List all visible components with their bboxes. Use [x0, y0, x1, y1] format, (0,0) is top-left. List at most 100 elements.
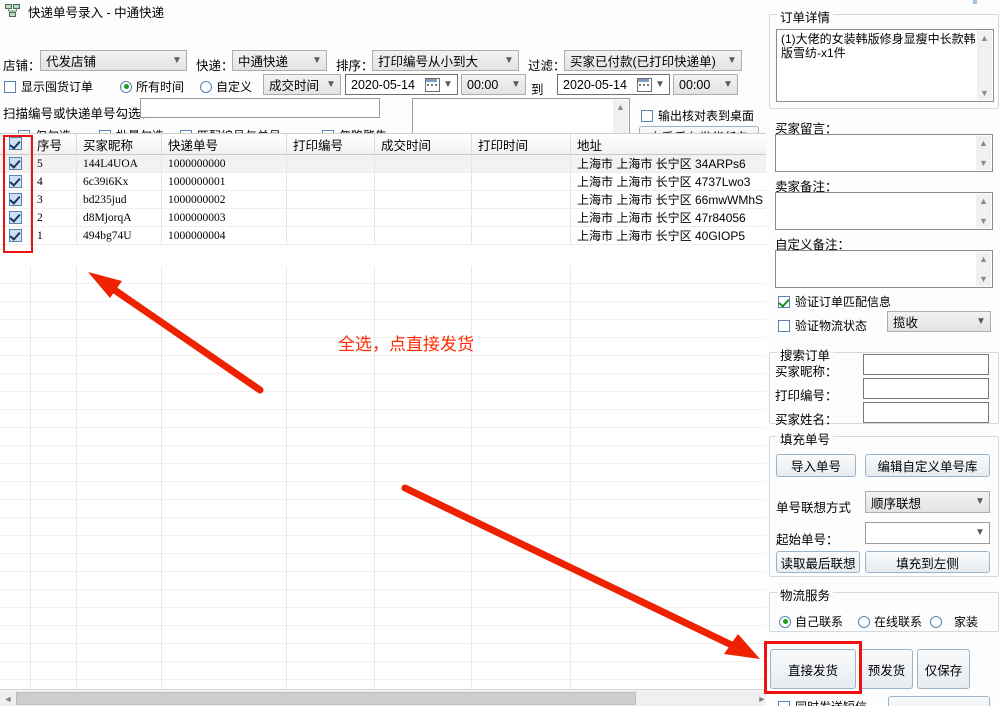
- export-desktop-checkbox[interactable]: 输出核对表到桌面: [641, 107, 754, 124]
- chevron-down-icon[interactable]: ▼: [653, 80, 667, 90]
- date-from-picker[interactable]: 2020-05-14 ▼: [345, 74, 458, 95]
- filter-select[interactable]: 买家已付款(已打印快递单) ▼: [564, 50, 742, 71]
- scrollbar-thumb[interactable]: [16, 692, 636, 705]
- home-install-radio[interactable]: 家装: [930, 613, 978, 630]
- shop-select[interactable]: 代发店铺 ▼: [40, 50, 187, 71]
- assoc-mode-select[interactable]: 顺序联想 ▼: [865, 491, 990, 513]
- buyer-message-memo[interactable]: ▲ ▼: [775, 134, 993, 172]
- select-all-checkbox[interactable]: [0, 133, 31, 154]
- table-row[interactable]: 4 6c39i6Kx 1000000001 上海市 上海市 长宁区 4737Lw…: [0, 173, 770, 191]
- custom-note-memo[interactable]: ▲ ▼: [775, 250, 993, 288]
- pre-send-button[interactable]: 预发货: [860, 649, 913, 689]
- table-row[interactable]: [0, 428, 770, 446]
- verify-logistics-checkbox[interactable]: 验证物流状态: [778, 317, 867, 334]
- verify-order-match-checkbox[interactable]: 验证订单匹配信息: [778, 293, 891, 310]
- start-no-select[interactable]: ▼: [865, 522, 990, 544]
- chevron-up-icon[interactable]: ▲: [979, 194, 988, 208]
- online-contact-radio[interactable]: 在线联系: [858, 613, 922, 630]
- table-horizontal-scrollbar[interactable]: ◄ ►: [0, 689, 770, 706]
- table-row[interactable]: [0, 626, 770, 644]
- chevron-up-icon[interactable]: ▲: [979, 252, 988, 266]
- scrollbar-vertical[interactable]: ▲ ▼: [976, 194, 991, 228]
- table-row[interactable]: 3 bd235jud 1000000002 上海市 上海市 长宁区 66mwWM…: [0, 191, 770, 209]
- custom-time-radio[interactable]: 自定义: [200, 78, 252, 95]
- table-row[interactable]: [0, 644, 770, 662]
- chevron-up-icon[interactable]: ▲: [979, 136, 988, 150]
- express-select[interactable]: 中通快递 ▼: [232, 50, 327, 71]
- scrollbar-vertical[interactable]: ▲ ▼: [976, 136, 991, 170]
- calendar-icon[interactable]: [425, 78, 440, 92]
- fill-to-left-button[interactable]: 填充到左侧: [865, 551, 990, 573]
- table-row[interactable]: [0, 500, 770, 518]
- time-field-select[interactable]: 成交时间 ▼: [263, 74, 341, 95]
- chevron-down-icon[interactable]: ▼: [979, 272, 988, 286]
- import-tracking-button[interactable]: 导入单号: [776, 454, 856, 477]
- self-contact-radio[interactable]: 自己联系: [779, 613, 843, 630]
- table-row[interactable]: [0, 554, 770, 572]
- table-header-tracking[interactable]: 快递单号: [162, 134, 287, 155]
- all-time-radio[interactable]: 所有时间: [120, 78, 184, 95]
- table-header-deal-time[interactable]: 成交时间: [375, 134, 472, 155]
- table-row[interactable]: [0, 266, 770, 284]
- table-row[interactable]: [0, 482, 770, 500]
- table-row[interactable]: [0, 590, 770, 608]
- time-to-select[interactable]: 00:00 ▼: [673, 74, 738, 95]
- table-row[interactable]: [0, 536, 770, 554]
- table-row[interactable]: [0, 446, 770, 464]
- row-checkbox[interactable]: [0, 190, 31, 208]
- sort-select[interactable]: 打印编号从小到大 ▼: [372, 50, 519, 71]
- table-row[interactable]: [0, 572, 770, 590]
- chevron-down-icon[interactable]: ▼: [979, 214, 988, 228]
- chevron-down-icon[interactable]: ▼: [979, 156, 988, 170]
- send-sms-checkbox[interactable]: 同时发送短信: [778, 698, 867, 706]
- search-buyer-nick-input[interactable]: [863, 354, 989, 375]
- row-checkbox[interactable]: [0, 154, 31, 172]
- table-row[interactable]: [0, 302, 770, 320]
- edit-custom-library-button[interactable]: 编辑自定义单号库: [865, 454, 990, 477]
- row-checkbox[interactable]: [0, 226, 31, 244]
- row-checkbox[interactable]: [0, 208, 31, 226]
- table-row[interactable]: [0, 356, 770, 374]
- chevron-down-icon[interactable]: ▼: [980, 86, 989, 100]
- table-row[interactable]: [0, 464, 770, 482]
- direct-send-button[interactable]: 直接发货: [770, 649, 856, 689]
- search-print-no-input[interactable]: [863, 378, 989, 399]
- table-row[interactable]: [0, 518, 770, 536]
- table-row[interactable]: 2 d8MjorqA 1000000003 上海市 上海市 长宁区 47r840…: [0, 209, 770, 227]
- search-buyer-name-input[interactable]: [863, 402, 989, 423]
- time-from-select[interactable]: 00:00 ▼: [461, 74, 526, 95]
- chevron-left-icon[interactable]: ◄: [0, 694, 16, 704]
- table-row[interactable]: [0, 392, 770, 410]
- table-row[interactable]: [0, 662, 770, 680]
- save-only-button[interactable]: 仅保存: [917, 649, 970, 689]
- table-header-seq[interactable]: 序号: [31, 134, 77, 155]
- order-detail-memo[interactable]: (1)大佬的女装韩版修身显瘦中长款韩版雪纺-x1件 ▲ ▼: [776, 29, 994, 102]
- chevron-up-icon[interactable]: ▲: [616, 100, 625, 114]
- read-last-assoc-button[interactable]: 读取最后联想: [776, 551, 860, 573]
- logistics-state-select[interactable]: 揽收 ▼: [887, 311, 991, 332]
- show-stock-order-checkbox[interactable]: 显示囤货订单: [4, 78, 93, 95]
- chevron-down-icon[interactable]: ▼: [441, 80, 455, 90]
- date-to-picker[interactable]: 2020-05-14 ▼: [557, 74, 670, 95]
- table-row[interactable]: [0, 284, 770, 302]
- sms-extra-button[interactable]: [888, 696, 990, 706]
- table-row[interactable]: [0, 410, 770, 428]
- calendar-icon[interactable]: [637, 78, 652, 92]
- table-row[interactable]: [0, 374, 770, 392]
- scrollbar-vertical[interactable]: ▲ ▼: [977, 31, 992, 100]
- scan-input[interactable]: [140, 98, 380, 118]
- row-checkbox[interactable]: [0, 172, 31, 190]
- table-header-print-no[interactable]: 打印编号: [287, 134, 375, 155]
- seller-note-text: [776, 193, 980, 197]
- table-header-buyer[interactable]: 买家昵称: [77, 134, 162, 155]
- table-header-print-time[interactable]: 打印时间: [472, 134, 571, 155]
- table-header-address[interactable]: 地址: [571, 134, 770, 155]
- seller-note-memo[interactable]: ▲ ▼: [775, 192, 993, 230]
- table-row[interactable]: 1 494bg74U 1000000004 上海市 上海市 长宁区 40GIOP…: [0, 227, 770, 245]
- cell-empty: [31, 590, 77, 608]
- checkbox-box: [9, 229, 22, 242]
- table-row[interactable]: 5 144L4UOA 1000000000 上海市 上海市 长宁区 34ARPs…: [0, 155, 770, 173]
- chevron-up-icon[interactable]: ▲: [980, 31, 989, 45]
- table-row[interactable]: [0, 608, 770, 626]
- scrollbar-vertical[interactable]: ▲ ▼: [976, 252, 991, 286]
